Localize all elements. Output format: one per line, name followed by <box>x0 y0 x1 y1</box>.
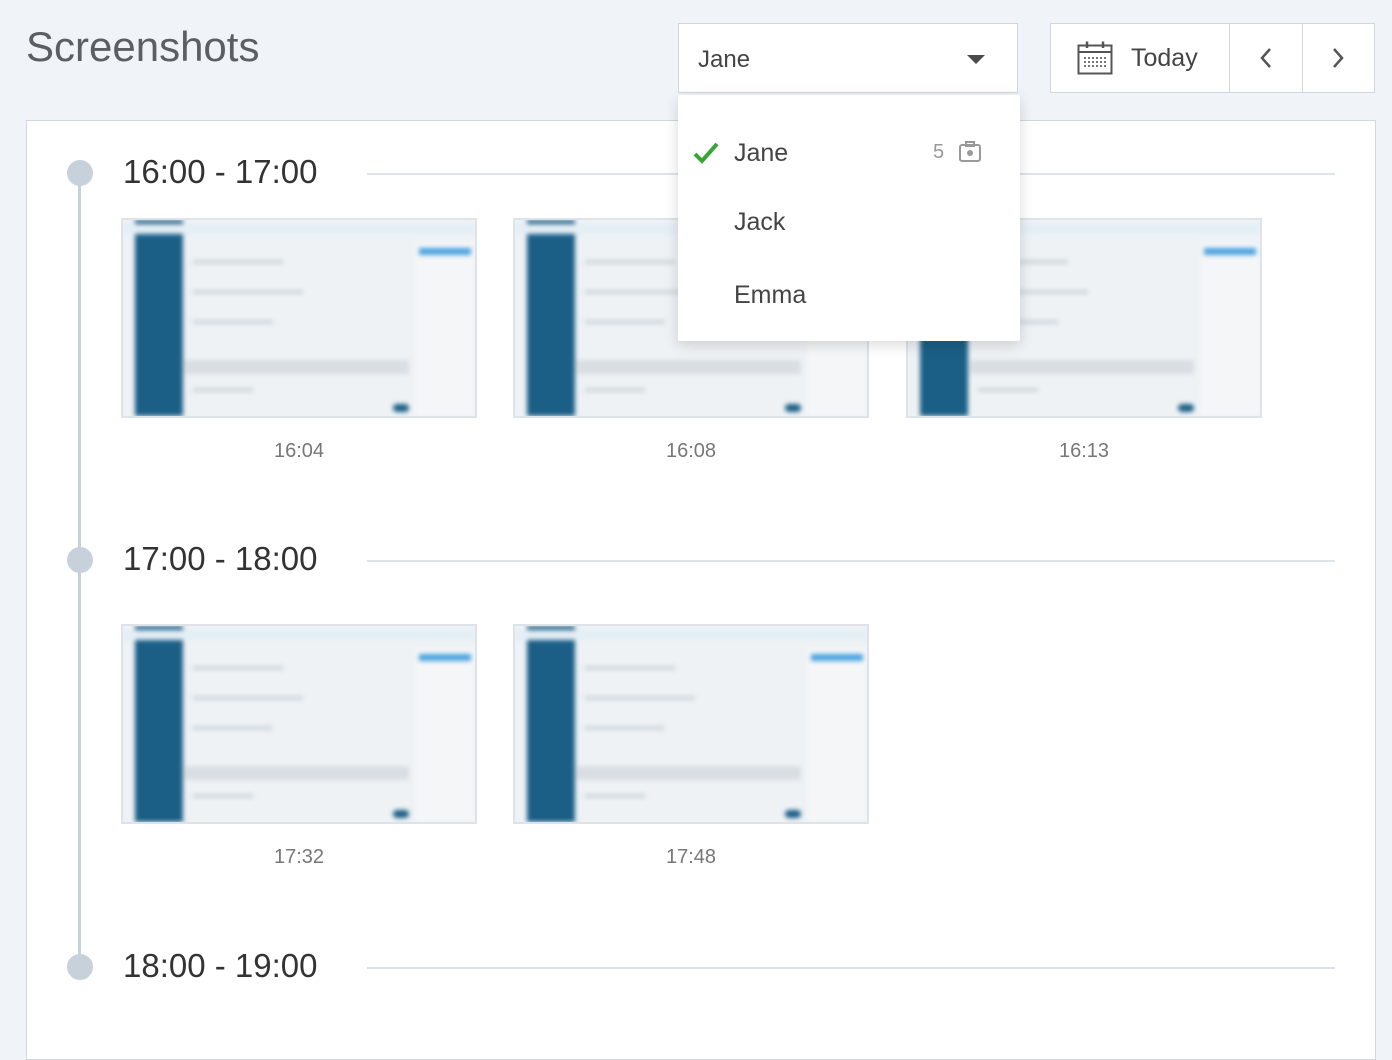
timeline-dot <box>67 954 93 980</box>
hour-label: 18:00 - 19:00 <box>123 947 318 984</box>
date-nav: Today <box>1050 23 1375 93</box>
caret-down-icon <box>967 55 985 64</box>
screenshot-time: 17:48 <box>665 846 717 868</box>
screenshot-thumbnail[interactable]: 16:04 <box>121 218 477 463</box>
hour-label: 17:00 - 18:00 <box>123 540 318 577</box>
page-title: Screenshots <box>26 23 260 70</box>
timeline-dot <box>67 160 93 186</box>
screenshot-time: 16:13 <box>1058 440 1110 462</box>
dropdown-item-emma[interactable]: Emma <box>678 265 1020 325</box>
chevron-right-icon <box>1333 48 1344 68</box>
chevron-left-icon <box>1260 48 1271 68</box>
dropdown-item-label: Jane <box>734 139 789 167</box>
previous-day-button[interactable] <box>1230 24 1303 92</box>
screenshot-image <box>121 624 477 824</box>
screenshot-image <box>513 624 869 824</box>
timeline-dot <box>67 547 93 573</box>
screenshot-thumbnail[interactable]: 17:48 <box>513 624 869 869</box>
checkmark-icon <box>693 142 719 164</box>
screenshot-image <box>121 218 477 418</box>
today-label: Today <box>1131 44 1198 72</box>
next-day-button[interactable] <box>1303 24 1374 92</box>
hour-divider <box>367 560 1335 562</box>
screenshot-count: 5 <box>933 141 945 163</box>
screenshot-thumbnail[interactable]: 17:32 <box>121 624 477 869</box>
hour-divider <box>367 967 1335 969</box>
dropdown-item-label: Emma <box>734 281 807 309</box>
user-select[interactable]: Jane <box>678 23 1018 93</box>
dropdown-item-jane[interactable]: Jane 5 <box>678 123 1020 183</box>
screenshot-time: 16:08 <box>665 440 717 462</box>
camera-icon <box>959 141 981 162</box>
hour-label: 16:00 - 17:00 <box>123 153 318 190</box>
user-dropdown-menu: Jane 5 Jack Emma <box>678 95 1020 341</box>
screenshot-time: 16:04 <box>273 440 325 462</box>
dropdown-item-label: Jack <box>734 208 786 236</box>
screenshot-time: 17:32 <box>273 846 325 868</box>
dropdown-item-jack[interactable]: Jack <box>678 192 1020 252</box>
calendar-icon <box>1077 41 1113 75</box>
user-select-value: Jane <box>698 46 751 73</box>
today-button[interactable]: Today <box>1051 24 1231 92</box>
